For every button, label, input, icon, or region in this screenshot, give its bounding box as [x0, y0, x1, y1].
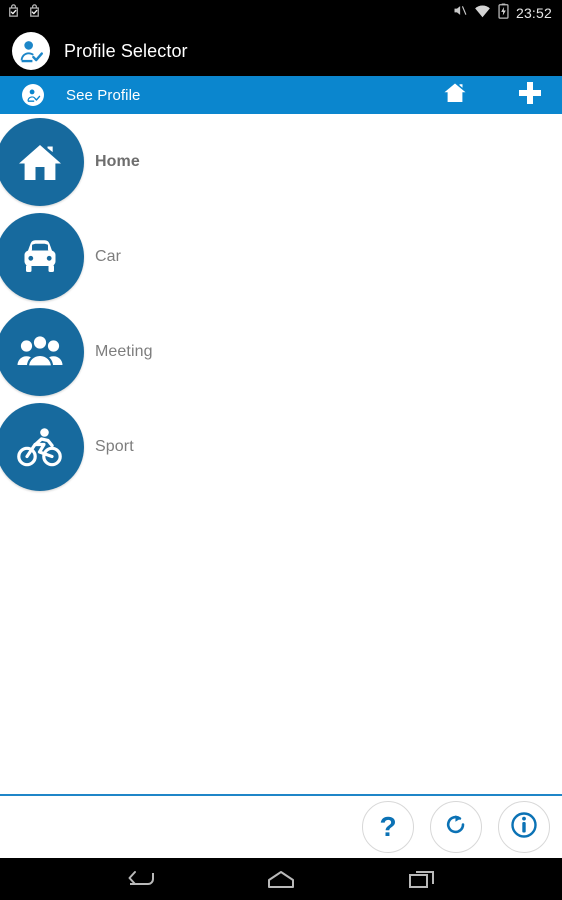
profile-icon[interactable] — [22, 84, 44, 106]
status-notifications — [6, 3, 42, 23]
back-arrow-icon[interactable] — [110, 858, 170, 900]
reset-button[interactable] — [430, 801, 482, 853]
profile-label: Sport — [95, 437, 134, 455]
profile-label: Home — [95, 152, 140, 170]
profile-item-meeting[interactable]: Meeting — [0, 304, 562, 399]
app-install-icon — [6, 3, 21, 23]
car-icon — [0, 213, 84, 301]
home-icon[interactable] — [442, 81, 468, 110]
help-button[interactable]: ? — [362, 801, 414, 853]
plus-icon[interactable] — [516, 79, 544, 112]
bottom-toolbar: ? — [0, 796, 562, 858]
info-button[interactable] — [498, 801, 550, 853]
refresh-icon — [442, 811, 470, 844]
profile-list: Home Car Meeting Sport — [0, 114, 562, 794]
status-clock: 23:52 — [515, 5, 552, 21]
cyclist-icon — [0, 403, 84, 491]
android-nav-bar — [0, 858, 562, 900]
profile-check-icon — [12, 32, 50, 70]
page-title: Profile Selector — [64, 40, 188, 61]
house-icon — [0, 118, 84, 206]
profile-item-car[interactable]: Car — [0, 209, 562, 304]
profile-label: Meeting — [95, 342, 153, 360]
people-group-icon — [0, 308, 84, 396]
mute-icon — [452, 3, 467, 23]
action-bar: See Profile — [0, 76, 562, 114]
profile-label: Car — [95, 247, 122, 265]
question-mark-icon: ? — [379, 811, 397, 842]
action-bar-buttons — [442, 79, 544, 112]
profile-item-sport[interactable]: Sport — [0, 399, 562, 494]
see-profile-label[interactable]: See Profile — [66, 87, 140, 104]
wifi-icon — [474, 4, 491, 23]
status-bar: 23:52 — [0, 0, 562, 26]
profile-item-home[interactable]: Home — [0, 114, 562, 209]
recent-apps-icon[interactable] — [392, 858, 452, 900]
battery-charging-icon — [498, 3, 509, 24]
app-install-icon — [27, 3, 42, 23]
info-icon — [509, 810, 539, 845]
status-system-icons: 23:52 — [452, 0, 552, 26]
android-screen: 23:52 Profile Selector See Profile Home … — [0, 0, 562, 900]
home-outline-icon[interactable] — [251, 858, 311, 900]
app-title-bar: Profile Selector — [0, 26, 562, 76]
